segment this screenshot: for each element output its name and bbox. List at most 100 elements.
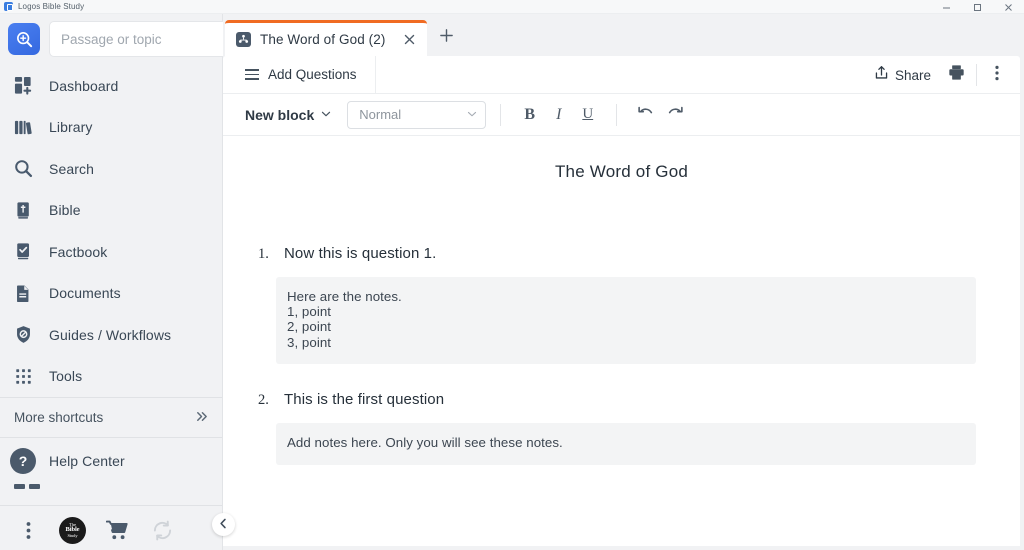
question-row[interactable]: 1. Now this is question 1. — [223, 245, 998, 263]
close-icon[interactable] — [400, 31, 418, 49]
kebab-menu-icon[interactable] — [14, 517, 42, 545]
sidebar-item-label: Guides / Workflows — [49, 326, 172, 343]
question-number: 1. — [258, 246, 269, 262]
avatar-line-3: Study — [67, 532, 78, 538]
question-text: Now this is question 1. — [284, 245, 437, 262]
window-controls — [931, 0, 1024, 14]
sidebar-item-label: Factbook — [49, 243, 108, 260]
refresh-sync-icon[interactable] — [148, 517, 176, 545]
document-card: Add Questions Share New block Normal B I… — [223, 56, 1020, 546]
help-center-label: Help Center — [49, 453, 125, 469]
bold-button[interactable]: B — [515, 101, 544, 129]
document-header-actions: Share — [866, 56, 1012, 94]
sidebar-nav: Dashboard Library Search Bible Factbook … — [0, 64, 222, 397]
document-title: The Word of God — [554, 162, 689, 181]
sidebar-item-bible[interactable]: Bible — [0, 190, 222, 232]
kebab-menu-icon — [995, 65, 999, 86]
add-questions-button[interactable]: Add Questions — [223, 56, 376, 94]
sidebar-item-label: Documents — [49, 285, 121, 302]
sidebar-collapse-button[interactable] — [212, 513, 235, 536]
share-label: Share — [894, 67, 931, 83]
sidebar-item-dashboard[interactable]: Dashboard — [0, 65, 222, 107]
documents-icon — [10, 280, 36, 306]
chevron-left-icon — [218, 516, 229, 534]
main-pane: The Word of God (2) Add Questions Share … — [223, 14, 1024, 550]
window-title: Logos Bible Study — [18, 2, 85, 11]
more-shortcuts-label: More shortcuts — [14, 410, 104, 425]
share-upload-icon — [874, 65, 889, 85]
avatar-icon[interactable]: The Bible Study — [59, 517, 86, 544]
maximize-icon[interactable] — [962, 0, 993, 14]
tab-the-word-of-god[interactable]: The Word of God (2) — [225, 20, 428, 56]
close-icon[interactable] — [993, 0, 1024, 14]
search-input[interactable] — [49, 21, 250, 57]
sidebar-item-label: Tools — [49, 368, 83, 385]
sermon-document-icon — [236, 32, 251, 47]
sidebar-item-label: Dashboard — [49, 77, 119, 94]
undo-button[interactable] — [631, 101, 660, 129]
tab-label: The Word of God (2) — [260, 32, 386, 47]
sidebar-item-label: Bible — [49, 202, 81, 219]
add-questions-label: Add Questions — [268, 67, 357, 82]
hamburger-icon — [245, 68, 259, 81]
redo-button[interactable] — [660, 101, 689, 129]
minimize-icon[interactable] — [931, 0, 962, 14]
undo-icon — [638, 105, 654, 124]
share-button[interactable]: Share — [866, 61, 939, 89]
shopping-cart-icon[interactable] — [103, 517, 131, 545]
question-text: This is the first question — [284, 390, 445, 408]
new-block-dropdown[interactable]: New block — [241, 100, 343, 130]
question-notes-box[interactable]: Add notes here. Only you will see these … — [276, 422, 976, 465]
logos-app-icon — [4, 2, 13, 11]
search-plus-icon[interactable] — [8, 23, 40, 55]
paragraph-style-value: Normal — [359, 107, 402, 122]
question-mark-icon: ? — [10, 448, 36, 474]
question-list: 1. Now this is question 1. Here are the … — [223, 245, 1020, 465]
sidebar-item-guides-workflows[interactable]: Guides / Workflows — [0, 314, 222, 356]
guides-workflows-icon — [10, 322, 36, 348]
sidebar-more-shortcuts[interactable]: More shortcuts — [0, 397, 222, 438]
toolbar-divider — [500, 103, 502, 126]
window-titlebar: Logos Bible Study — [0, 0, 1024, 14]
question-item: 1. Now this is question 1. Here are the … — [223, 245, 998, 364]
chevron-double-right-icon — [195, 410, 208, 425]
search-icon — [10, 156, 36, 182]
question-notes-text: Here are the notes. 1, point 2, point 3,… — [287, 289, 402, 350]
paragraph-style-select[interactable]: Normal — [347, 100, 487, 129]
library-icon — [10, 114, 36, 140]
sidebar-item-search[interactable]: Search — [0, 148, 222, 190]
underline-button[interactable]: U — [573, 101, 602, 129]
sidebar-item-tools[interactable]: Tools — [0, 356, 222, 398]
toolbar-divider — [616, 103, 618, 126]
question-notes-text: Add notes here. Only you will see these … — [287, 434, 563, 450]
sidebar-bottom-bar: The Bible Study — [0, 505, 222, 550]
printer-icon — [948, 64, 965, 86]
sidebar: Dashboard Library — [0, 14, 250, 550]
new-block-label: New block — [245, 106, 315, 123]
new-tab-button[interactable] — [427, 21, 465, 55]
sidebar-item-label: Search — [49, 160, 94, 177]
chevron-down-icon — [467, 106, 477, 124]
document-scrollbar[interactable] — [1009, 136, 1020, 505]
sidebar-item-help-center[interactable]: ? Help Center — [0, 438, 222, 484]
sidebar-item-documents[interactable]: Documents — [0, 273, 222, 315]
sidebar-search-row — [0, 14, 250, 64]
tab-strip: The Word of God (2) — [223, 14, 1024, 56]
tools-icon — [10, 363, 36, 389]
dashboard-icon — [10, 73, 36, 99]
document-body[interactable]: The Word of God 1. Now this is question … — [223, 136, 1020, 505]
header-divider — [976, 64, 977, 86]
redo-icon — [667, 105, 683, 124]
question-row[interactable]: 2. This is the first question — [223, 391, 998, 409]
italic-button[interactable]: I — [544, 101, 573, 129]
overflow-menu-button[interactable] — [982, 61, 1012, 89]
sidebar-item-library[interactable]: Library — [0, 107, 222, 149]
sidebar-clipped-item[interactable] — [0, 484, 222, 505]
print-button[interactable] — [941, 61, 971, 89]
question-notes-box[interactable]: Here are the notes. 1, point 2, point 3,… — [276, 277, 976, 364]
sidebar-item-factbook[interactable]: Factbook — [0, 231, 222, 273]
app-window: Logos Bible Study Passage or topic Dashb… — [0, 0, 1024, 550]
factbook-icon — [10, 239, 36, 265]
question-item: 2. This is the first question Add notes … — [223, 391, 998, 465]
question-number: 2. — [258, 391, 269, 408]
